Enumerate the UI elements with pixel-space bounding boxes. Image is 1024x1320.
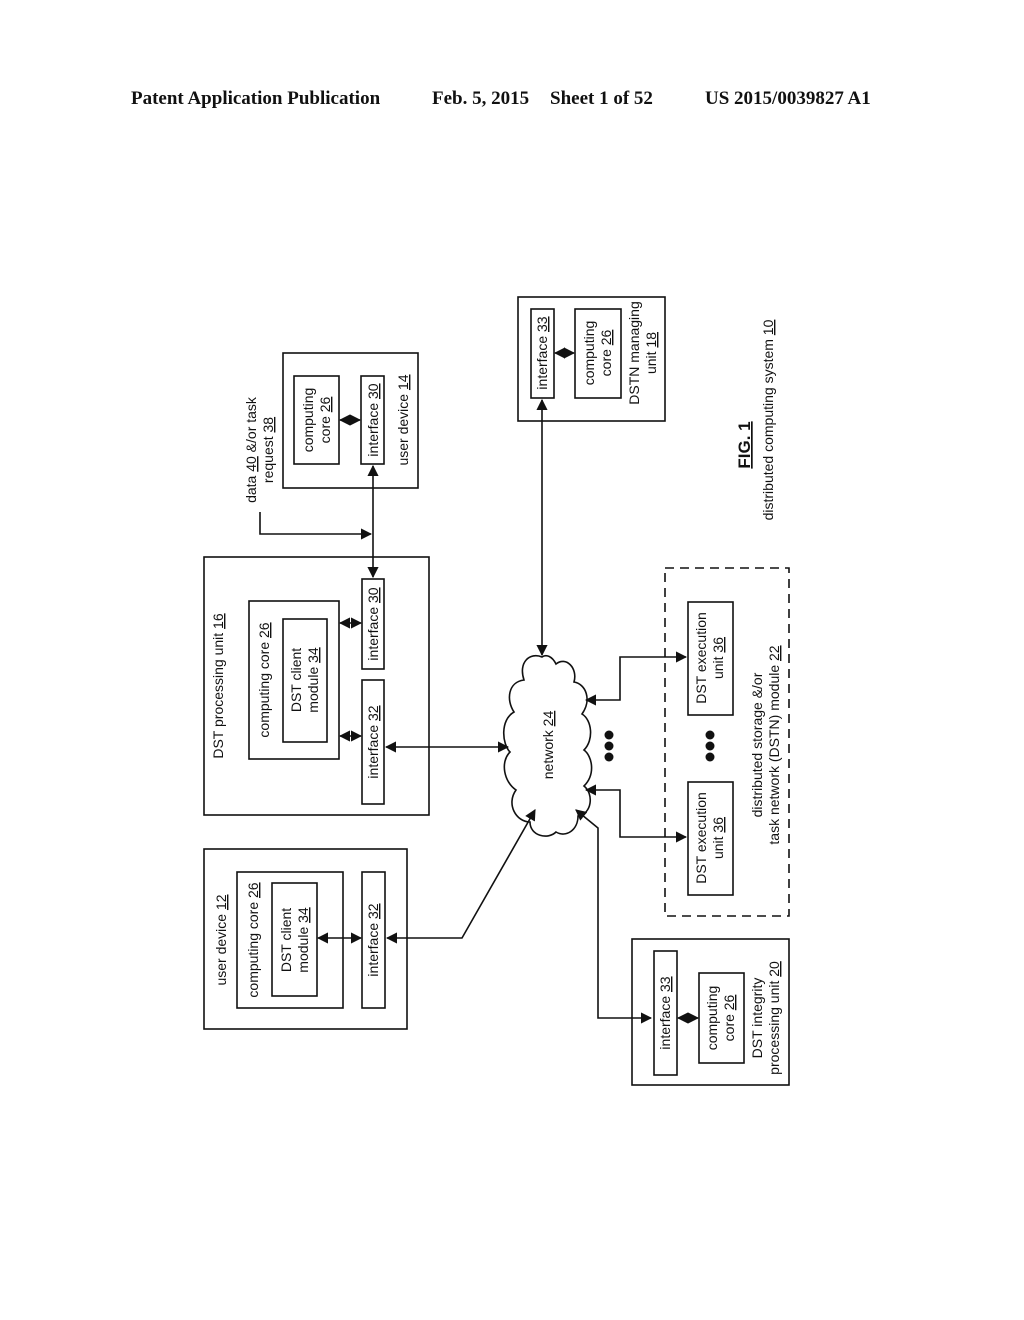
ellipsis-icon xyxy=(705,730,715,762)
dst-execution-unit-a-label-1: DST execution xyxy=(693,612,709,704)
interface-33-label: interface 33 xyxy=(657,976,673,1049)
dst-execution-unit-b-label-2: unit 36 xyxy=(710,817,726,859)
dst-execution-unit-b-label-1: DST execution xyxy=(693,792,709,884)
dst-execution-unit-a-label-2: unit 36 xyxy=(710,637,726,679)
dst-client-module-label-2: module 34 xyxy=(305,647,321,713)
network-exec-a-link xyxy=(584,651,688,706)
dst-client-module-label-2: module 34 xyxy=(295,907,311,973)
user-device-14-label: user device 14 xyxy=(395,374,411,465)
figure-label: FIG. 1 xyxy=(735,421,754,468)
interface-32-label: interface 32 xyxy=(365,903,381,976)
dst-client-module-label-1: DST client xyxy=(288,648,304,712)
dst-integrity-label-2: processing unit 20 xyxy=(766,961,782,1075)
computing-core-label: computing core 26 xyxy=(245,882,261,997)
user-device-14: computing core 26 interface 30 user devi… xyxy=(282,352,419,489)
computing-core-label-1: computing xyxy=(704,986,720,1051)
request-label-1: data 40 &/or task xyxy=(243,396,259,503)
computing-core-label-1: computing xyxy=(300,388,316,453)
dstn-managing-unit-18: interface 33 computing core 26 DSTN mana… xyxy=(517,296,666,422)
dst-processing-unit-label: DST processing unit 16 xyxy=(210,613,226,758)
dstn-managing-unit-label-1: DSTN managing xyxy=(626,301,642,405)
network-24: network 24 xyxy=(502,654,593,837)
dstn-module-label-2: task network (DSTN) module 22 xyxy=(766,645,782,844)
request-label-2: request 38 xyxy=(260,417,276,483)
request-arrow xyxy=(259,512,373,540)
user-device-12-label: user device 12 xyxy=(213,894,229,985)
user-device-12: user device 12 computing core 26 DST cli… xyxy=(203,848,408,1030)
network-exec-b-link xyxy=(584,784,688,843)
computing-core-label: computing core 26 xyxy=(256,622,272,737)
dst-integrity-processing-unit-20: interface 33 computing core 26 DST integ… xyxy=(631,938,790,1086)
figure-caption: distributed computing system 10 xyxy=(760,319,776,520)
dst-processing-unit-16: DST processing unit 16 computing core 26… xyxy=(203,556,430,816)
dstn-module-label-1: distributed storage &/or xyxy=(749,672,765,817)
dstn-managing-unit-label-2: unit 18 xyxy=(643,332,659,374)
interface-32-label: interface 32 xyxy=(365,705,381,778)
interface-30-label: interface 30 xyxy=(365,587,381,660)
computing-core-label-1: computing xyxy=(581,321,597,386)
integrity-network-link xyxy=(575,809,653,1024)
computing-core-label-2: core 26 xyxy=(721,994,737,1041)
interface-30-label: interface 30 xyxy=(365,383,381,456)
fig1-diagram: user device 12 computing core 26 DST cli… xyxy=(203,296,790,1086)
ellipsis-icon xyxy=(604,730,614,762)
interface-33-label: interface 33 xyxy=(534,316,550,389)
dst-integrity-label-1: DST integrity xyxy=(749,978,765,1059)
computing-core-label-2: core 26 xyxy=(598,329,614,376)
dstn-module-22: DST execution unit 36 DST execution unit… xyxy=(664,567,790,917)
dst-client-module-label-1: DST client xyxy=(278,908,294,972)
network-label: network 24 xyxy=(540,711,556,780)
user-device-12-network-link xyxy=(385,809,536,944)
computing-core-label-2: core 26 xyxy=(317,396,333,443)
